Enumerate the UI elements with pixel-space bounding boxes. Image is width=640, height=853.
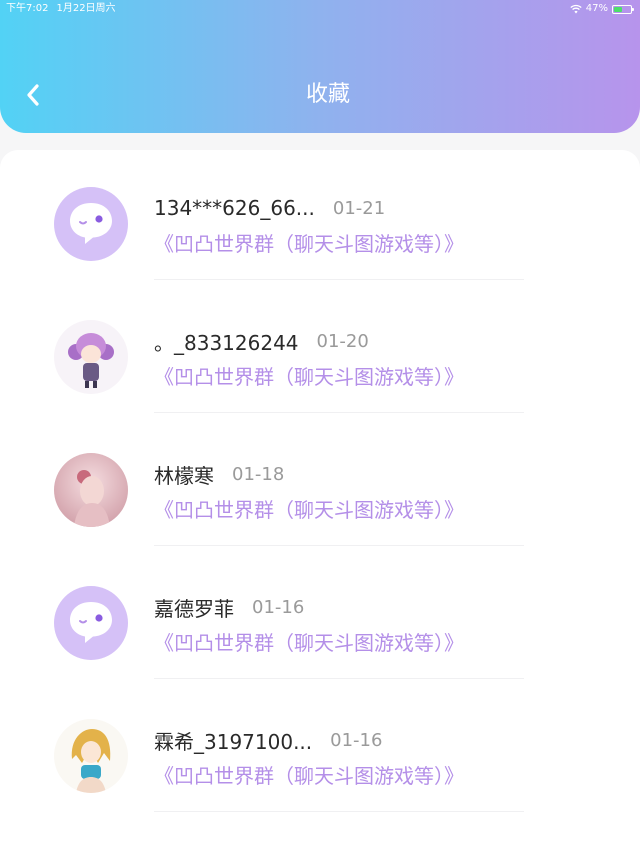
list-item[interactable]: 嘉德罗菲 01-16 《凹凸世界群（聊天斗图游戏等）》: [0, 549, 640, 682]
status-right: 47%: [570, 0, 634, 18]
divider: [154, 279, 524, 280]
chat-bubble-icon: [54, 586, 128, 660]
avatar[interactable]: [54, 586, 128, 660]
user-name: 霖希_3197100...: [154, 729, 313, 754]
user-name: 134***626_66...: [154, 196, 315, 220]
name-row: 134***626_66... 01-21: [154, 194, 385, 222]
battery-percent: 47%: [585, 3, 608, 14]
name-row: 嘉德罗菲 01-16: [154, 593, 304, 621]
avatar[interactable]: [54, 187, 128, 261]
avatar[interactable]: [54, 320, 128, 394]
divider: [154, 412, 524, 413]
list-item[interactable]: 霖希_3197100... 01-16 《凹凸世界群（聊天斗图游戏等）》: [0, 682, 640, 815]
date: 01-16: [252, 596, 305, 618]
anime-blonde-avatar-icon: [54, 719, 128, 793]
anime-girl-avatar-icon: [54, 320, 128, 394]
favorites-list: 134***626_66... 01-21 《凹凸世界群（聊天斗图游戏等）》 。…: [0, 150, 640, 853]
user-name: 。_833126244: [154, 330, 299, 355]
group-link[interactable]: 《凹凸世界群（聊天斗图游戏等）》: [154, 494, 464, 523]
user-name: 林檬寒: [154, 463, 214, 488]
wifi-icon: [570, 4, 582, 14]
status-bar: 下午7:02 1月22日周六 47%: [0, 0, 640, 18]
status-left: 下午7:02 1月22日周六: [6, 0, 124, 18]
group-link[interactable]: 《凹凸世界群（聊天斗图游戏等）》: [154, 760, 464, 789]
name-row: 霖希_3197100... 01-16: [154, 726, 382, 754]
group-link[interactable]: 《凹凸世界群（聊天斗图游戏等）》: [154, 361, 464, 390]
battery-level: [614, 6, 622, 12]
divider: [154, 811, 524, 812]
avatar[interactable]: [54, 719, 128, 793]
user-name: 嘉德罗菲: [154, 596, 234, 621]
page-title: 收藏: [305, 82, 350, 107]
header: 下午7:02 1月22日周六 47% 收藏: [0, 0, 640, 133]
list-item[interactable]: 134***626_66... 01-21 《凹凸世界群（聊天斗图游戏等）》: [0, 150, 640, 283]
chat-bubble-icon: [54, 187, 128, 261]
avatar[interactable]: [54, 453, 128, 527]
list-item[interactable]: 。_833126244 01-20 《凹凸世界群（聊天斗图游戏等）》: [0, 283, 640, 416]
pink-girl-avatar-icon: [54, 453, 128, 527]
group-link[interactable]: 《凹凸世界群（聊天斗图游戏等）》: [154, 627, 464, 656]
name-row: 林檬寒 01-18: [154, 460, 284, 488]
name-row: 。_833126244 01-20: [154, 327, 369, 355]
divider: [154, 678, 524, 679]
status-time: 下午7:02: [6, 3, 49, 14]
status-date: 1月22日周六: [56, 3, 116, 14]
date: 01-21: [332, 197, 386, 219]
divider: [154, 545, 524, 546]
list-item[interactable]: 林檬寒 01-18 《凹凸世界群（聊天斗图游戏等）》: [0, 416, 640, 549]
date: 01-18: [232, 463, 285, 485]
battery-icon: [612, 4, 634, 14]
date: 01-16: [330, 729, 383, 751]
group-link[interactable]: 《凹凸世界群（聊天斗图游戏等）》: [154, 228, 464, 257]
date: 01-20: [316, 330, 369, 352]
